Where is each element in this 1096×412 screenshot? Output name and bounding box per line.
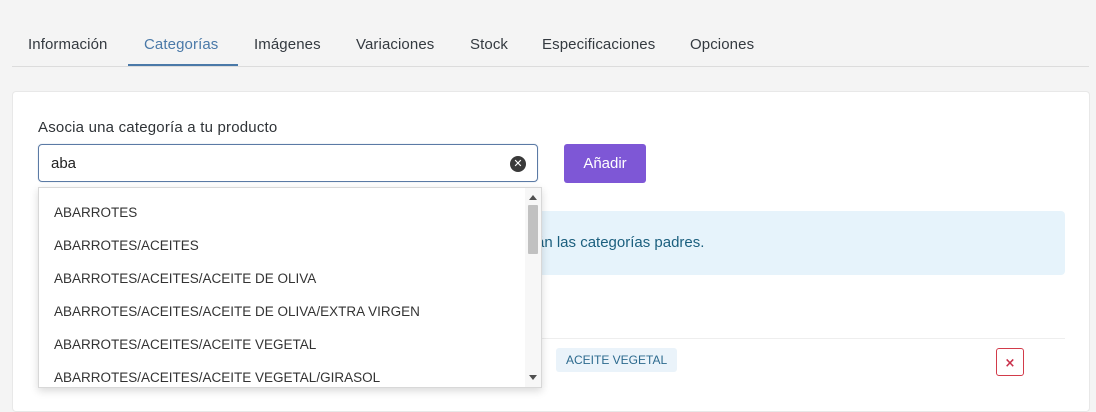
product-tabs: Información Categorías Imágenes Variacio… bbox=[12, 24, 1089, 67]
tab-imagenes[interactable]: Imágenes bbox=[254, 36, 321, 53]
info-alert-text: án las categorías padres. bbox=[536, 234, 705, 251]
tab-informacion[interactable]: Información bbox=[28, 36, 107, 53]
suggestion-item[interactable]: ABARROTES/ACEITES/ACEITE VEGETAL bbox=[54, 337, 316, 352]
suggestion-item[interactable]: ABARROTES/ACEITES bbox=[54, 238, 199, 253]
tab-categorias[interactable]: Categorías bbox=[144, 36, 218, 53]
suggestion-item[interactable]: ABARROTES bbox=[54, 205, 137, 220]
clear-search-icon[interactable]: ✕ bbox=[510, 156, 526, 172]
close-icon: × bbox=[1004, 356, 1016, 371]
category-tag: ACEITE VEGETAL bbox=[556, 348, 678, 372]
dropdown-scrollbar[interactable] bbox=[525, 188, 541, 387]
add-category-button[interactable]: Añadir bbox=[564, 144, 646, 183]
category-search-field[interactable]: ✕ bbox=[38, 144, 538, 182]
scroll-down-arrow-icon[interactable] bbox=[529, 375, 537, 380]
suggestion-item[interactable]: ABARROTES/ACEITES/ACEITE DE OLIVA/EXTRA … bbox=[54, 304, 420, 319]
scroll-thumb[interactable] bbox=[528, 205, 538, 254]
category-field-label: Asocia una categoría a tu producto bbox=[38, 119, 278, 136]
active-tab-indicator bbox=[128, 64, 238, 66]
delete-category-button[interactable]: × bbox=[996, 348, 1024, 376]
scroll-up-arrow-icon[interactable] bbox=[529, 195, 537, 200]
tab-especificaciones[interactable]: Especificaciones bbox=[542, 36, 655, 53]
suggestion-item[interactable]: ABARROTES/ACEITES/ACEITE VEGETAL/GIRASOL bbox=[54, 370, 380, 385]
suggestion-item[interactable]: ABARROTES/ACEITES/ACEITE DE OLIVA bbox=[54, 271, 316, 286]
tab-variaciones[interactable]: Variaciones bbox=[356, 36, 434, 53]
category-search-input[interactable] bbox=[51, 145, 491, 181]
tab-stock[interactable]: Stock bbox=[470, 36, 508, 53]
category-suggestions-dropdown: ABARROTES ABARROTES/ACEITES ABARROTES/AC… bbox=[38, 187, 542, 388]
tab-opciones[interactable]: Opciones bbox=[690, 36, 754, 53]
